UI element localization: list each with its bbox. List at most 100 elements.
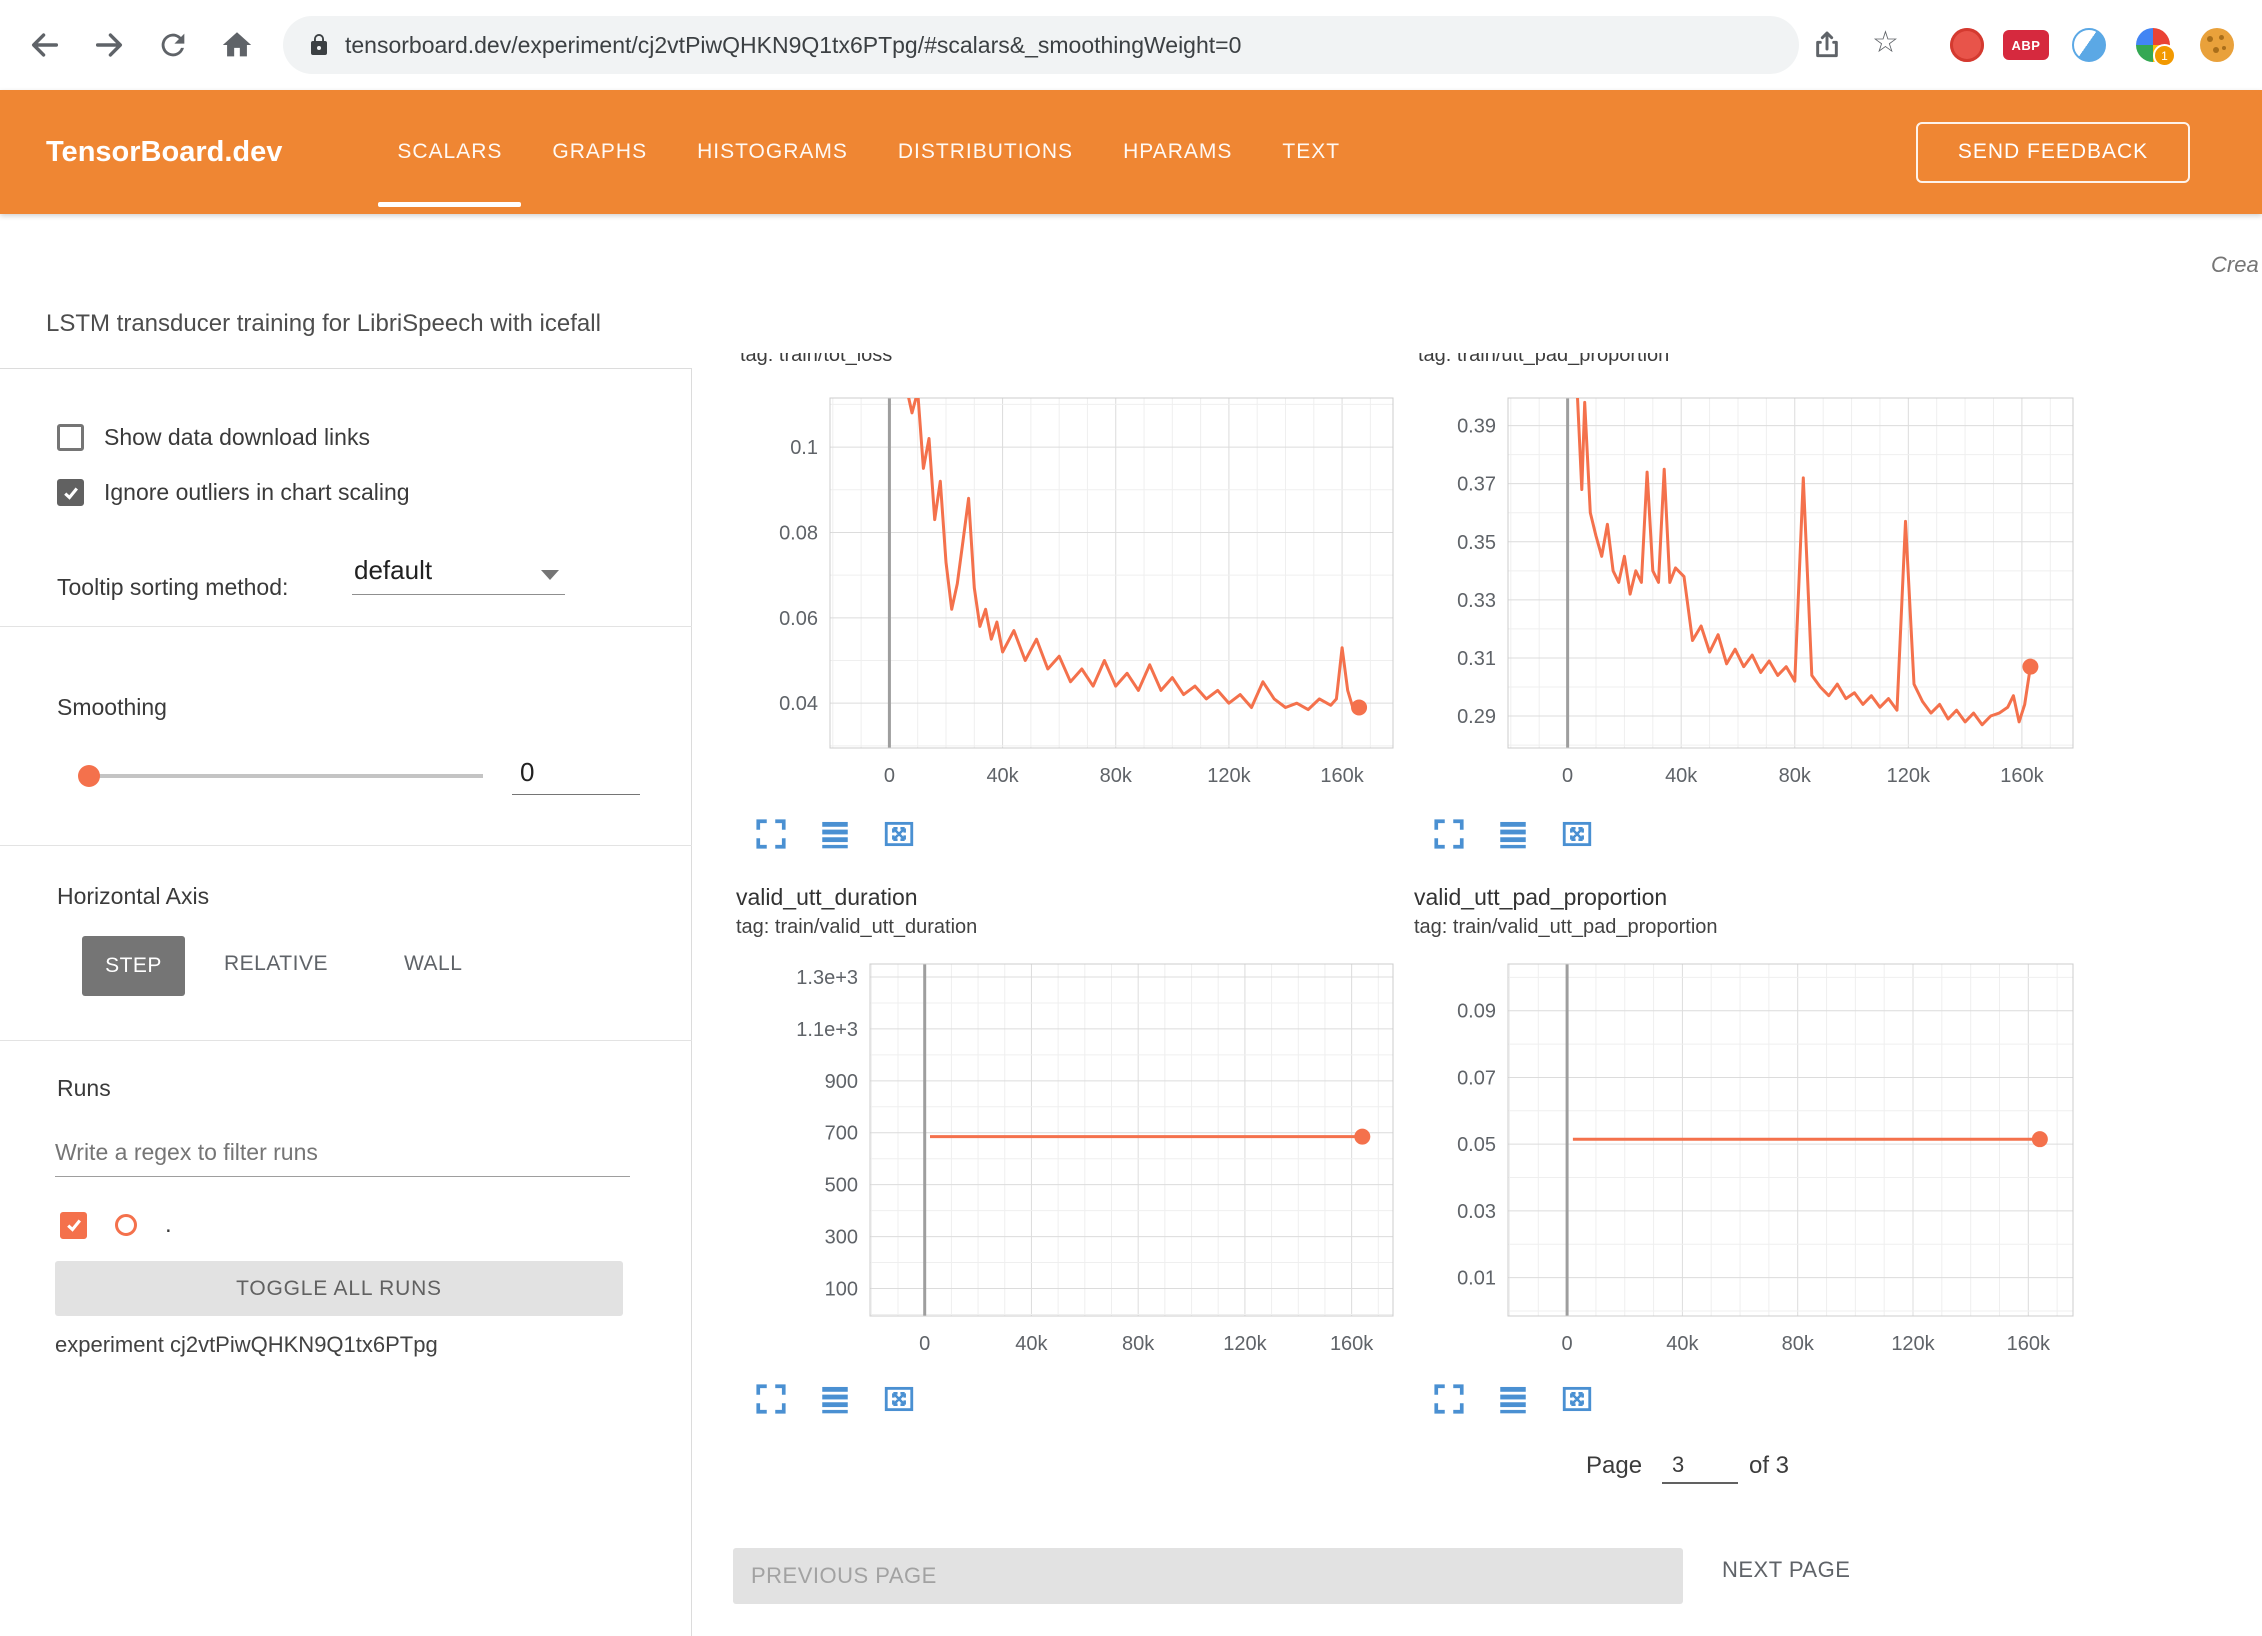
chart-c1-subtitle-clipped: tag: train/utt_pad_proportion: [1418, 353, 2018, 367]
next-page-button[interactable]: NEXT PAGE: [1716, 1556, 1856, 1584]
toggle-all-runs-button[interactable]: TOGGLE ALL RUNS: [55, 1261, 623, 1316]
smoothing-slider[interactable]: [82, 774, 483, 778]
svg-text:80k: 80k: [1779, 765, 1812, 787]
expand-icon[interactable]: [752, 1380, 790, 1418]
page-label: Page: [1586, 1452, 1642, 1480]
svg-text:1.3e+3: 1.3e+3: [796, 967, 858, 989]
scalar-chart-tot-loss[interactable]: 0.040.060.080.1040k80k120k160k: [740, 392, 1403, 805]
experiment-title: LSTM transducer training for LibriSpeech…: [46, 310, 601, 338]
ignore-outliers-checkbox[interactable]: [57, 479, 84, 506]
star-icon[interactable]: ☆: [1866, 24, 1905, 61]
svg-text:80k: 80k: [1782, 1333, 1815, 1355]
svg-text:40k: 40k: [1666, 1333, 1699, 1355]
page-number-input[interactable]: [1662, 1452, 1738, 1484]
axis-wall-button[interactable]: WALL: [404, 952, 462, 976]
show-download-label: Show data download links: [104, 424, 370, 451]
cookie-icon[interactable]: [2200, 28, 2234, 62]
svg-text:900: 900: [825, 1071, 858, 1093]
svg-text:0.07: 0.07: [1457, 1067, 1496, 1089]
svg-text:120k: 120k: [1887, 765, 1931, 787]
svg-text:0.1: 0.1: [790, 437, 818, 459]
svg-text:700: 700: [825, 1123, 858, 1145]
tooltip-sorting-value: default: [354, 555, 432, 586]
svg-text:0: 0: [919, 1333, 930, 1355]
svg-text:0.04: 0.04: [779, 693, 818, 715]
data-table-icon[interactable]: [816, 1380, 854, 1418]
fit-domain-icon[interactable]: [1558, 1380, 1596, 1418]
svg-text:0.06: 0.06: [779, 608, 818, 630]
data-table-icon[interactable]: [1494, 1380, 1532, 1418]
profile-avatar[interactable]: 1: [2136, 28, 2170, 62]
show-download-checkbox[interactable]: [57, 424, 84, 451]
svg-text:40k: 40k: [1015, 1333, 1048, 1355]
page-of-label: of 3: [1749, 1452, 1789, 1480]
smoothing-label: Smoothing: [57, 694, 167, 721]
svg-text:0.05: 0.05: [1457, 1134, 1496, 1156]
created-text-clipped: Crea: [2211, 252, 2259, 278]
extension-abp-icon[interactable]: ABP: [2003, 30, 2049, 60]
svg-text:0.08: 0.08: [779, 522, 818, 544]
extension-blue-icon[interactable]: [2072, 28, 2106, 62]
ignore-outliers-label: Ignore outliers in chart scaling: [104, 479, 410, 506]
fit-domain-icon[interactable]: [880, 815, 918, 853]
divider: [0, 845, 692, 846]
svg-text:0.29: 0.29: [1457, 706, 1496, 728]
scalar-chart-valid-utt-duration[interactable]: 1003005007009001.1e+31.3e+3040k80k120k16…: [740, 958, 1403, 1373]
expand-icon[interactable]: [1430, 815, 1468, 853]
svg-text:1.1e+3: 1.1e+3: [796, 1019, 858, 1041]
svg-text:160k: 160k: [1320, 765, 1364, 787]
tab-text[interactable]: TEXT: [1257, 90, 1365, 214]
run-color-swatch[interactable]: [115, 1214, 137, 1236]
chart-title: valid_utt_duration: [736, 884, 918, 911]
run-checkbox[interactable]: [60, 1212, 87, 1239]
fit-domain-icon[interactable]: [1558, 815, 1596, 853]
run-row: .: [60, 1211, 172, 1239]
runs-filter-input[interactable]: [55, 1135, 630, 1177]
address-bar[interactable]: tensorboard.dev/experiment/cj2vtPiwQHKN9…: [283, 16, 1799, 74]
send-feedback-button[interactable]: SEND FEEDBACK: [1916, 122, 2190, 183]
back-icon[interactable]: [24, 24, 66, 66]
tab-histograms[interactable]: HISTOGRAMS: [672, 90, 873, 214]
scalar-chart-utt-pad-proportion[interactable]: 0.290.310.330.350.370.39040k80k120k160k: [1418, 392, 2083, 805]
axis-relative-button[interactable]: RELATIVE: [224, 952, 328, 976]
svg-text:80k: 80k: [1122, 1333, 1155, 1355]
smoothing-slider-thumb[interactable]: [78, 765, 100, 787]
forward-icon[interactable]: [88, 24, 130, 66]
svg-text:0.37: 0.37: [1457, 474, 1496, 496]
tab-distributions[interactable]: DISTRIBUTIONS: [873, 90, 1098, 214]
reload-icon[interactable]: [152, 24, 194, 66]
url-text: tensorboard.dev/experiment/cj2vtPiwQHKN9…: [345, 32, 1241, 59]
horizontal-axis-label: Horizontal Axis: [57, 883, 209, 910]
previous-page-button[interactable]: PREVIOUS PAGE: [733, 1548, 1683, 1604]
tab-scalars[interactable]: SCALARS: [372, 90, 527, 214]
data-table-icon[interactable]: [1494, 815, 1532, 853]
scalar-chart-valid-utt-pad-proportion[interactable]: 0.010.030.050.070.09040k80k120k160k: [1418, 958, 2083, 1373]
svg-text:120k: 120k: [1891, 1333, 1935, 1355]
chart-toolbar: [1430, 815, 1596, 853]
share-icon[interactable]: [1806, 24, 1848, 66]
smoothing-value-input[interactable]: 0: [512, 757, 640, 795]
svg-text:300: 300: [825, 1227, 858, 1249]
fit-domain-icon[interactable]: [880, 1380, 918, 1418]
chart-toolbar: [752, 815, 918, 853]
svg-text:0.33: 0.33: [1457, 590, 1496, 612]
svg-text:0: 0: [884, 765, 895, 787]
chart-c0-subtitle-clipped: tag: train/tot_loss: [740, 353, 1340, 367]
extension-blocker-icon[interactable]: [1950, 28, 1984, 62]
tooltip-sorting-dropdown[interactable]: default: [352, 555, 565, 595]
svg-text:0.35: 0.35: [1457, 532, 1496, 554]
lock-icon[interactable]: [307, 33, 331, 57]
chart-toolbar: [752, 1380, 918, 1418]
tab-hparams[interactable]: HPARAMS: [1098, 90, 1257, 214]
expand-icon[interactable]: [1430, 1380, 1468, 1418]
divider: [0, 1040, 692, 1041]
tab-graphs[interactable]: GRAPHS: [527, 90, 672, 214]
svg-text:40k: 40k: [1665, 765, 1698, 787]
show-download-row: Show data download links: [57, 424, 370, 451]
runs-label: Runs: [57, 1075, 111, 1102]
axis-step-button[interactable]: STEP: [82, 936, 185, 996]
expand-icon[interactable]: [752, 815, 790, 853]
svg-text:0.09: 0.09: [1457, 1001, 1496, 1023]
data-table-icon[interactable]: [816, 815, 854, 853]
home-icon[interactable]: [216, 24, 258, 66]
